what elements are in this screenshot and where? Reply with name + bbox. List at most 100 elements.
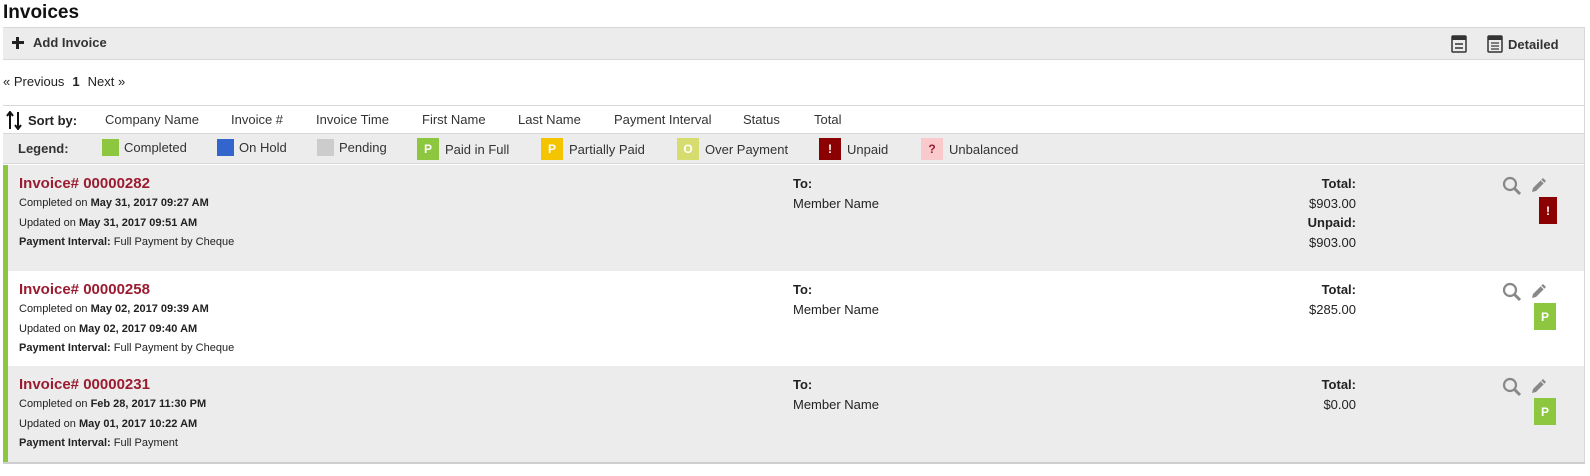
recipient-name: Member Name bbox=[793, 397, 879, 412]
page-title: Invoices bbox=[3, 2, 80, 23]
invoice-card: Invoice# 00000231 Completed on Feb 28, 2… bbox=[3, 366, 1584, 462]
total-label: Total: bbox=[1321, 282, 1356, 297]
total-label: Total: bbox=[1321, 176, 1356, 191]
sort-icon bbox=[6, 111, 22, 130]
toolbar: Add Invoice Detailed bbox=[3, 27, 1584, 60]
view-invoice-button[interactable] bbox=[1502, 377, 1522, 402]
legend-text: Unbalanced bbox=[949, 141, 1019, 157]
previous-page-link[interactable]: « Previous bbox=[3, 74, 64, 89]
status-badge: P bbox=[1534, 303, 1556, 330]
search-icon bbox=[1502, 176, 1522, 196]
to-label: To: bbox=[793, 377, 813, 392]
legend-pending: Pending bbox=[317, 139, 387, 156]
interval-label: Payment Interval: bbox=[19, 342, 111, 354]
legend-swatch bbox=[102, 139, 119, 156]
pagination: « Previous 1 Next » bbox=[3, 74, 125, 89]
completed-prefix: Completed on bbox=[19, 398, 88, 410]
legend-label: Legend: bbox=[18, 141, 69, 156]
status-badge: ! bbox=[1539, 197, 1557, 224]
legend-on-hold: On Hold bbox=[217, 139, 287, 156]
edit-invoice-button[interactable] bbox=[1530, 176, 1548, 199]
legend-unbalanced: ? Unbalanced bbox=[921, 138, 1018, 160]
list-frame-bottom bbox=[3, 462, 1585, 464]
list-frame-right bbox=[1584, 27, 1585, 463]
search-icon bbox=[1502, 377, 1522, 397]
invoice-interval: Payment Interval: Full Payment bbox=[19, 437, 178, 449]
legend-completed: Completed bbox=[102, 139, 187, 156]
total-value: $0.00 bbox=[1323, 397, 1356, 412]
legend-badge: ? bbox=[921, 138, 943, 160]
legend-badge: P bbox=[417, 138, 439, 160]
invoice-completed: Completed on Feb 28, 2017 11:30 PM bbox=[19, 398, 206, 410]
next-page-link[interactable]: Next » bbox=[88, 74, 126, 89]
legend-swatch bbox=[217, 139, 234, 156]
sort-by-text: Sort by: bbox=[28, 113, 78, 128]
status-badge: P bbox=[1534, 398, 1556, 425]
detailed-view-icon bbox=[1487, 35, 1503, 53]
unpaid-value: $903.00 bbox=[1309, 235, 1356, 250]
compact-view-icon bbox=[1451, 35, 1467, 53]
invoice-interval: Payment Interval: Full Payment by Cheque bbox=[19, 342, 234, 354]
sort-first-name[interactable]: First Name bbox=[422, 112, 486, 127]
interval-value: Full Payment bbox=[113, 437, 178, 449]
edit-invoice-button[interactable] bbox=[1530, 282, 1548, 305]
completed-prefix: Completed on bbox=[19, 303, 88, 315]
legend-badge: O bbox=[677, 138, 699, 160]
completed-prefix: Completed on bbox=[19, 197, 88, 209]
sort-status[interactable]: Status bbox=[743, 112, 780, 127]
pencil-icon bbox=[1532, 178, 1546, 192]
to-label: To: bbox=[793, 282, 813, 297]
sort-bar: Sort by: Company Name Invoice # Invoice … bbox=[3, 105, 1584, 134]
edit-invoice-button[interactable] bbox=[1530, 377, 1548, 400]
total-value: $903.00 bbox=[1309, 196, 1356, 211]
legend-text: Paid in Full bbox=[445, 141, 510, 157]
legend-over-payment: O Over Payment bbox=[677, 138, 788, 160]
invoice-number-link[interactable]: Invoice# 00000231 bbox=[19, 376, 150, 393]
add-invoice-button[interactable]: Add Invoice bbox=[12, 35, 107, 50]
total-label: Total: bbox=[1321, 377, 1356, 392]
legend-badge: ! bbox=[819, 138, 841, 160]
total-value: $285.00 bbox=[1309, 302, 1356, 317]
invoice-card: Invoice# 00000258 Completed on May 02, 2… bbox=[3, 271, 1584, 366]
view-invoice-button[interactable] bbox=[1502, 282, 1522, 307]
invoice-completed: Completed on May 02, 2017 09:39 AM bbox=[19, 303, 209, 315]
view-invoice-button[interactable] bbox=[1502, 176, 1522, 201]
invoice-updated: Updated on May 31, 2017 09:51 AM bbox=[19, 217, 197, 229]
current-page: 1 bbox=[72, 74, 80, 89]
legend-text: Pending bbox=[339, 140, 387, 155]
sort-total[interactable]: Total bbox=[814, 112, 841, 127]
pencil-icon bbox=[1532, 379, 1546, 393]
legend-text: Over Payment bbox=[705, 141, 789, 157]
legend-partially-paid: P Partially Paid bbox=[541, 138, 645, 160]
search-icon bbox=[1502, 282, 1522, 302]
invoice-completed: Completed on May 31, 2017 09:27 AM bbox=[19, 197, 209, 209]
legend-paid-in-full: P Paid in Full bbox=[417, 138, 509, 160]
sort-payment-interval[interactable]: Payment Interval bbox=[614, 112, 712, 127]
recipient-name: Member Name bbox=[793, 302, 879, 317]
sort-invoice-time[interactable]: Invoice Time bbox=[316, 112, 389, 127]
recipient-name: Member Name bbox=[793, 196, 879, 211]
updated-prefix: Updated on bbox=[19, 418, 76, 430]
invoice-number-link[interactable]: Invoice# 00000282 bbox=[19, 175, 150, 192]
updated-prefix: Updated on bbox=[19, 217, 76, 229]
updated-prefix: Updated on bbox=[19, 323, 76, 335]
invoice-updated: Updated on May 01, 2017 10:22 AM bbox=[19, 418, 197, 430]
invoice-number-link[interactable]: Invoice# 00000258 bbox=[19, 281, 150, 298]
legend-text: Completed bbox=[124, 140, 187, 155]
sort-last-name[interactable]: Last Name bbox=[518, 112, 581, 127]
sort-invoice-number[interactable]: Invoice # bbox=[231, 112, 283, 127]
completed-date: May 02, 2017 09:39 AM bbox=[90, 303, 209, 315]
updated-date: May 31, 2017 09:51 AM bbox=[78, 217, 198, 229]
detailed-view-button[interactable]: Detailed bbox=[1487, 35, 1559, 53]
invoice-interval: Payment Interval: Full Payment by Cheque bbox=[19, 236, 234, 248]
invoice-updated: Updated on May 02, 2017 09:40 AM bbox=[19, 323, 197, 335]
interval-value: Full Payment by Cheque bbox=[113, 236, 235, 248]
compact-view-button[interactable] bbox=[1451, 35, 1467, 53]
sort-company-name[interactable]: Company Name bbox=[105, 112, 199, 127]
interval-label: Payment Interval: bbox=[19, 437, 111, 449]
sort-label: Sort by: bbox=[6, 111, 77, 130]
completed-date: Feb 28, 2017 11:30 PM bbox=[90, 398, 207, 410]
completed-date: May 31, 2017 09:27 AM bbox=[90, 197, 209, 209]
legend-text: On Hold bbox=[239, 140, 287, 155]
legend-swatch bbox=[317, 139, 334, 156]
